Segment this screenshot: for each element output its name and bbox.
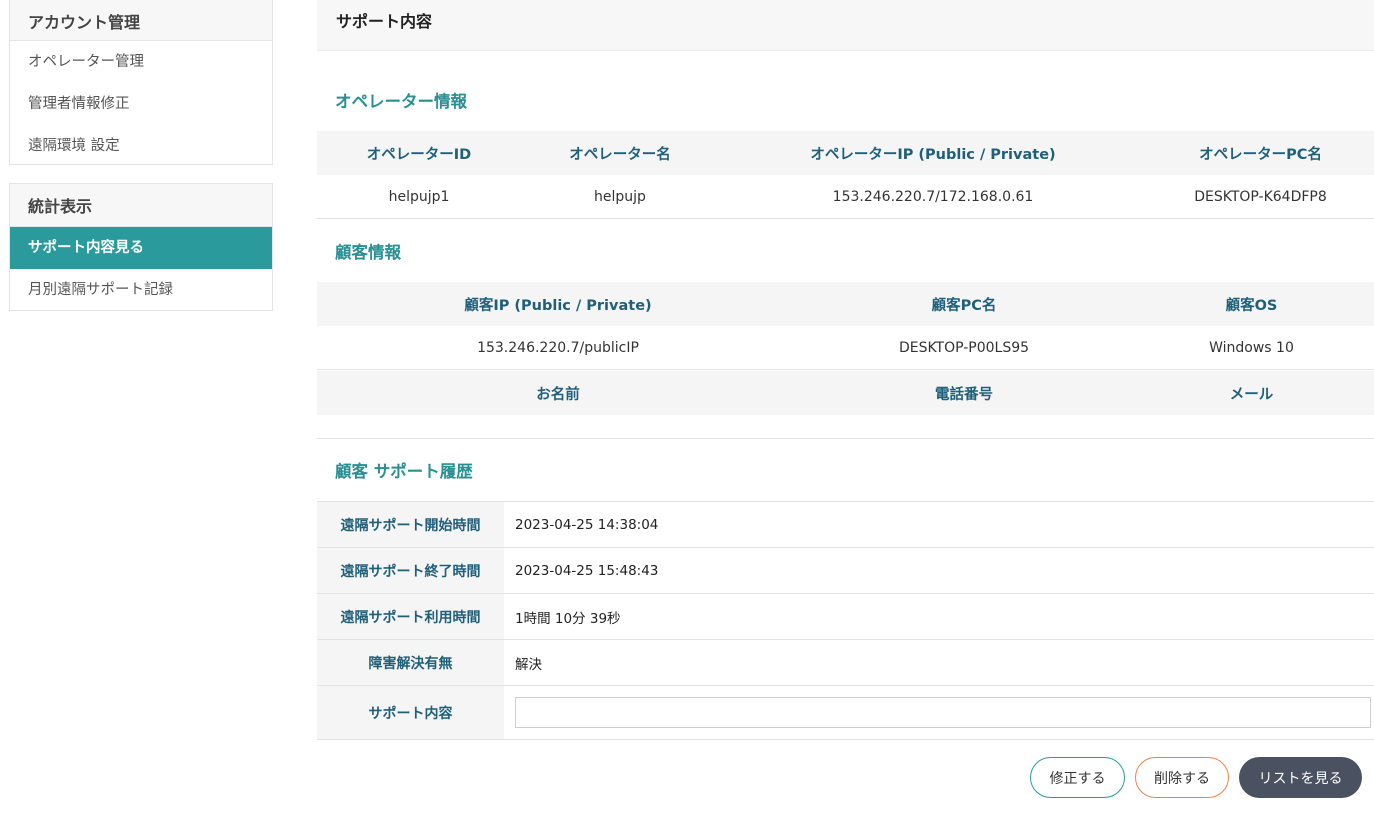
- sidebar-item-remote-settings[interactable]: 遠隔環境 設定: [10, 125, 272, 167]
- usage-time-label: 遠隔サポート利用時間: [317, 594, 504, 639]
- customer-email-header: メール: [1229, 386, 1274, 403]
- sidebar-item-monthly-records[interactable]: 月別遠隔サポート記録: [10, 269, 272, 311]
- sidebar-item-view-support[interactable]: サポート内容見る: [10, 227, 272, 269]
- customer-ip-header: 顧客IP (Public / Private): [464, 297, 652, 314]
- operator-id-value: helpujp1: [388, 188, 450, 205]
- main-content: サポート内容 オペレーター情報 オペレーターID オペレーター名 オペレーターI…: [317, 0, 1374, 740]
- history-row-end-time: 遠隔サポート終了時間 2023-04-25 15:48:43: [317, 547, 1374, 593]
- operator-ip-value: 153.246.220.7/172.168.0.61: [832, 188, 1034, 205]
- operator-name-header: オペレーター名: [569, 146, 671, 163]
- end-time-value: 2023-04-25 15:48:43: [515, 562, 659, 579]
- support-content-label: サポート内容: [317, 686, 504, 739]
- customer-table-row: 153.246.220.7/publicIP DESKTOP-P00LS95 W…: [317, 326, 1374, 370]
- operator-id-header: オペレーターID: [366, 146, 472, 163]
- operator-ip-header: オペレーターIP (Public / Private): [810, 146, 1056, 163]
- customer-os-header: 顧客OS: [1225, 297, 1278, 314]
- start-time-label: 遠隔サポート開始時間: [317, 502, 504, 547]
- customer-table-header: 顧客IP (Public / Private) 顧客PC名 顧客OS: [317, 282, 1374, 326]
- usage-time-value: 1時間 10分 39秒: [515, 610, 621, 627]
- history-row-resolved: 障害解決有無 解決: [317, 639, 1374, 685]
- page-title: サポート内容: [317, 0, 1374, 51]
- customer-phone-header: 電話番号: [935, 386, 993, 403]
- customer-name-header: お名前: [536, 386, 580, 403]
- history-row-support-content: サポート内容: [317, 685, 1374, 740]
- delete-button[interactable]: 削除する: [1135, 757, 1229, 798]
- customer-pc-value: DESKTOP-P00LS95: [898, 339, 1030, 356]
- history-row-start-time: 遠隔サポート開始時間 2023-04-25 14:38:04: [317, 501, 1374, 547]
- operator-name-value: helpujp: [594, 188, 646, 205]
- sidebar-item-admin-info-edit[interactable]: 管理者情報修正: [10, 83, 272, 125]
- end-time-label: 遠隔サポート終了時間: [317, 548, 504, 593]
- customer-os-value: Windows 10: [1209, 339, 1294, 356]
- account-menu-title: アカウント管理: [10, 0, 272, 41]
- stats-menu-title: 統計表示: [10, 184, 272, 227]
- section-divider: [317, 438, 1374, 439]
- edit-button[interactable]: 修正する: [1030, 757, 1125, 798]
- stats-menu-panel: 統計表示 サポート内容見る 月別遠隔サポート記録: [9, 183, 273, 311]
- customer-pc-header: 顧客PC名: [931, 297, 997, 314]
- sidebar-item-operator-management[interactable]: オペレーター管理: [10, 41, 272, 83]
- operator-pc-header: オペレーターPC名: [1199, 146, 1322, 163]
- support-content-field[interactable]: [515, 697, 1371, 728]
- start-time-value: 2023-04-25 14:38:04: [515, 516, 659, 533]
- history-section-title: 顧客 サポート履歴: [335, 462, 473, 481]
- resolved-value: 解決: [515, 656, 542, 673]
- customer-contact-header: お名前 電話番号 メール: [317, 371, 1374, 415]
- operator-pc-value: DESKTOP-K64DFP8: [1194, 188, 1327, 205]
- customer-section-title: 顧客情報: [335, 243, 401, 262]
- resolved-label: 障害解決有無: [317, 640, 504, 685]
- operator-table-header: オペレーターID オペレーター名 オペレーターIP (Public / Priv…: [317, 131, 1374, 175]
- customer-ip-value: 153.246.220.7/publicIP: [477, 339, 639, 356]
- history-row-usage-time: 遠隔サポート利用時間 1時間 10分 39秒: [317, 593, 1374, 639]
- view-list-button[interactable]: リストを見る: [1239, 757, 1362, 798]
- operator-section-title: オペレーター情報: [335, 92, 467, 111]
- operator-table-row: helpujp1 helpujp 153.246.220.7/172.168.0…: [317, 175, 1374, 219]
- account-menu-panel: アカウント管理 オペレーター管理 管理者情報修正 遠隔環境 設定: [9, 0, 273, 165]
